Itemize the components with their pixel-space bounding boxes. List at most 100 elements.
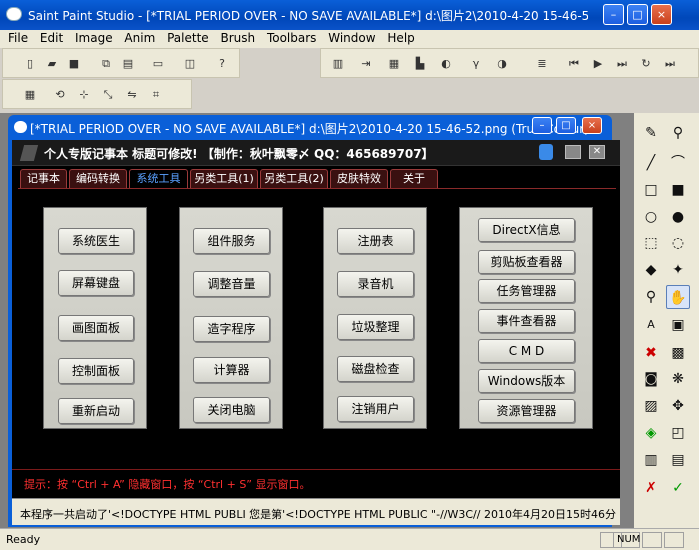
frame-icon[interactable]: ◈: [639, 421, 663, 445]
grid-icon[interactable]: ▦: [21, 86, 39, 104]
tool-button[interactable]: 剪贴板查看器: [478, 250, 575, 274]
menu-file[interactable]: File: [0, 30, 28, 46]
menu-palette[interactable]: Palette: [159, 30, 209, 46]
app-minimize-icon[interactable]: [565, 145, 581, 159]
save-icon[interactable]: ■: [65, 55, 83, 73]
tab-system-tools[interactable]: 系统工具: [129, 169, 188, 189]
fill-icon[interactable]: ◆: [639, 258, 663, 282]
move-icon[interactable]: ✥: [666, 394, 690, 418]
tool-button[interactable]: 任务管理器: [478, 279, 575, 303]
zoom-icon[interactable]: ⚲: [639, 285, 663, 309]
stamp-icon[interactable]: ◙: [639, 367, 663, 391]
tool-button[interactable]: 注销用户: [337, 396, 414, 422]
tool-button[interactable]: 屏幕键盘: [58, 270, 134, 296]
tool-button[interactable]: 造字程序: [193, 316, 270, 342]
magic-wand-icon[interactable]: ✦: [666, 258, 690, 282]
menu-brush[interactable]: Brush: [212, 30, 255, 46]
tab-notepad[interactable]: 记事本: [20, 169, 67, 189]
palette-icon[interactable]: ▙: [411, 55, 429, 73]
menu-toolbars[interactable]: Toolbars: [259, 30, 316, 46]
swatch-icon[interactable]: ▩: [666, 341, 690, 365]
line-icon[interactable]: ╱: [639, 151, 663, 175]
tab-about[interactable]: 关于: [390, 169, 438, 189]
tab-skin-effects[interactable]: 皮肤特效: [330, 169, 388, 189]
cancel-icon[interactable]: ✗: [639, 476, 663, 500]
brush-icon[interactable]: ✎: [639, 121, 663, 145]
rotate-icon[interactable]: ⟲: [51, 86, 69, 104]
tool-button[interactable]: DirectX信息: [478, 218, 575, 242]
menu-window[interactable]: Window: [320, 30, 375, 46]
tool-button[interactable]: 控制面板: [58, 358, 134, 384]
dropper-icon[interactable]: ⚲: [666, 121, 690, 145]
tool-button[interactable]: C M D: [478, 339, 575, 363]
tool-button[interactable]: 关闭电脑: [193, 397, 270, 423]
ellipse-icon[interactable]: ○: [639, 205, 663, 229]
windows-icon[interactable]: ◫: [181, 55, 199, 73]
new-icon[interactable]: ▯: [21, 55, 39, 73]
stack-icon[interactable]: ≣: [533, 55, 551, 73]
child-maximize-button[interactable]: □: [556, 117, 576, 134]
copy-icon[interactable]: ⧉: [97, 55, 115, 73]
text-icon[interactable]: A: [639, 313, 663, 337]
pattern-icon[interactable]: ❋: [666, 367, 690, 391]
contrast-icon[interactable]: ◐: [437, 55, 455, 73]
app-close-icon[interactable]: ✕: [589, 145, 605, 159]
rect-select-icon[interactable]: ⬚: [639, 231, 663, 255]
open-icon[interactable]: ▰: [43, 55, 61, 73]
brightness-icon[interactable]: ◑: [493, 55, 511, 73]
sequence-icon[interactable]: ▦: [385, 55, 403, 73]
menu-edit[interactable]: Edit: [32, 30, 63, 46]
filled-rectangle-icon[interactable]: ■: [666, 178, 690, 202]
paste-icon[interactable]: ▤: [119, 55, 137, 73]
last-frame-icon[interactable]: ⏭: [661, 55, 679, 73]
close-button[interactable]: ×: [651, 4, 672, 25]
tool-button[interactable]: 调整音量: [193, 271, 270, 297]
help-icon[interactable]: ?: [213, 55, 231, 73]
resize-icon[interactable]: ⤡: [99, 86, 117, 104]
play-icon[interactable]: ▶: [589, 55, 607, 73]
tool-button[interactable]: 磁盘检查: [337, 356, 414, 382]
maximize-button[interactable]: □: [627, 4, 648, 25]
tool-button[interactable]: 资源管理器: [478, 399, 575, 423]
hand-icon[interactable]: ✋: [666, 285, 690, 309]
film-frame-icon[interactable]: ▤: [666, 448, 690, 472]
tool-button[interactable]: 画图面板: [58, 315, 134, 341]
child-minimize-button[interactable]: –: [532, 117, 552, 134]
menu-image[interactable]: Image: [67, 30, 113, 46]
tool-button[interactable]: 重新启动: [58, 398, 134, 424]
tool-button[interactable]: 事件查看器: [478, 309, 575, 333]
shirt-icon[interactable]: [539, 144, 553, 160]
lasso-icon[interactable]: ◌: [666, 231, 690, 255]
tool-button[interactable]: Windows版本: [478, 369, 575, 393]
transition-icon[interactable]: ⇥: [357, 55, 375, 73]
frames-icon[interactable]: ▥: [329, 55, 347, 73]
image-icon[interactable]: ▣: [666, 313, 690, 337]
eraser-icon[interactable]: ✖: [639, 341, 663, 365]
tool-button[interactable]: 录音机: [337, 271, 414, 297]
layer-icon[interactable]: ◰: [666, 421, 690, 445]
curve-icon[interactable]: ⌒: [666, 151, 690, 175]
tab-encoding[interactable]: 编码转换: [69, 169, 127, 189]
menu-anim[interactable]: Anim: [116, 30, 155, 46]
crop-icon[interactable]: ⌗: [147, 86, 165, 104]
loop-icon[interactable]: ↻: [637, 55, 655, 73]
child-close-button[interactable]: ×: [582, 117, 602, 134]
first-frame-icon[interactable]: ⏮: [565, 55, 583, 73]
flip-icon[interactable]: ⇋: [123, 86, 141, 104]
tool-button[interactable]: 组件服务: [193, 228, 270, 254]
tool-button[interactable]: 注册表: [337, 228, 414, 254]
rectangle-icon[interactable]: □: [639, 178, 663, 202]
tab-other-tools-1[interactable]: 另类工具(1): [190, 169, 258, 189]
apply-icon[interactable]: ✓: [666, 476, 690, 500]
tab-other-tools-2[interactable]: 另类工具(2): [260, 169, 328, 189]
tool-button[interactable]: 垃圾整理: [337, 314, 414, 340]
menu-help[interactable]: Help: [379, 30, 414, 46]
minimize-button[interactable]: –: [603, 4, 624, 25]
transform-icon[interactable]: ⊹: [75, 86, 93, 104]
gamma-icon[interactable]: γ: [467, 55, 485, 73]
step-icon[interactable]: ⏭: [613, 55, 631, 73]
tool-button[interactable]: 系统医生: [58, 228, 134, 254]
tool-button[interactable]: 计算器: [193, 357, 270, 383]
edit-image-icon[interactable]: ▨: [639, 394, 663, 418]
film-icon[interactable]: ▥: [639, 448, 663, 472]
